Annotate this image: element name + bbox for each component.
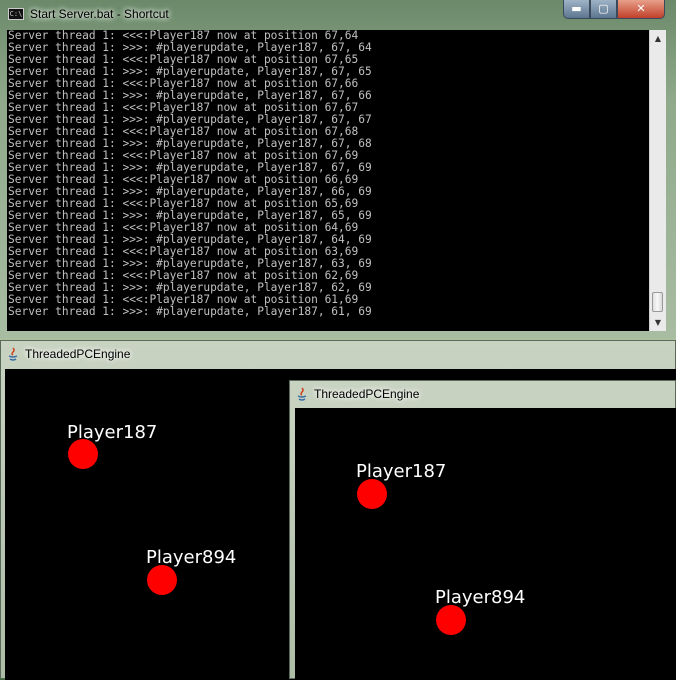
minimize-button[interactable]: ▬ xyxy=(563,0,590,19)
java-icon xyxy=(8,347,18,361)
console-window: C:\ Start Server.bat - Shortcut ▬ ▢ ✕ Se… xyxy=(0,0,676,338)
console-scrollbar[interactable]: ▲ ▼ xyxy=(649,30,666,331)
player-token xyxy=(436,605,466,635)
console-titlebar[interactable]: C:\ Start Server.bat - Shortcut ▬ ▢ ✕ xyxy=(0,0,676,30)
client-window-2-titlebar[interactable]: ThreadedPCEngine xyxy=(290,381,675,407)
client-window-1-titlebar[interactable]: ThreadedPCEngine xyxy=(1,341,675,367)
scrollbar-thumb[interactable] xyxy=(652,292,663,312)
player-token xyxy=(357,479,387,509)
client-window-1-title: ThreadedPCEngine xyxy=(25,347,131,361)
console-output[interactable]: Server thread 1: <<<:Player187 now at po… xyxy=(7,30,649,331)
player-token xyxy=(68,439,98,469)
scroll-down-arrow-icon[interactable]: ▼ xyxy=(650,314,666,331)
cmd-icon: C:\ xyxy=(8,8,24,20)
game-canvas-2[interactable]: Player187 Player894 xyxy=(295,408,676,680)
client-window-2-title: ThreadedPCEngine xyxy=(314,387,420,401)
client-window-2: ThreadedPCEngine Player187 Player894 xyxy=(289,380,676,680)
player-token xyxy=(147,565,177,595)
console-title: Start Server.bat - Shortcut xyxy=(30,7,169,21)
java-icon xyxy=(297,387,307,401)
console-line: Server thread 1: >>>: #playerupdate, Pla… xyxy=(8,305,372,318)
maximize-button[interactable]: ▢ xyxy=(590,0,617,19)
close-button[interactable]: ✕ xyxy=(617,0,665,19)
scroll-up-arrow-icon[interactable]: ▲ xyxy=(650,30,666,47)
